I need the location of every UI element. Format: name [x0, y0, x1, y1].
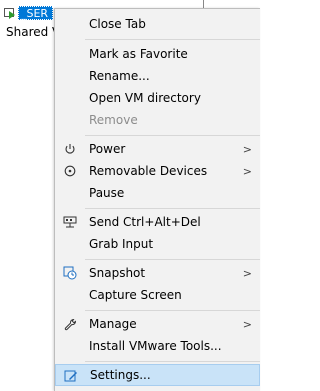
menu-item-grab-input[interactable]: Grab Input: [55, 233, 260, 255]
menu-item-label: Grab Input: [89, 237, 154, 251]
menu-item-label: Close Tab: [89, 17, 146, 31]
menu-item-label: Rename...: [89, 69, 150, 83]
menu-item-manage[interactable]: Manage >: [55, 313, 260, 335]
settings-edit-icon: [63, 368, 79, 384]
menu-item-label: Settings...: [90, 368, 151, 382]
menu-item-power[interactable]: Power >: [55, 138, 260, 160]
library-vm-item[interactable]: _SER: [4, 6, 54, 20]
power-icon: [62, 141, 78, 157]
vm-running-icon: [4, 7, 16, 19]
menu-item-capture-screen[interactable]: Capture Screen: [55, 284, 260, 306]
menu-item-label: Remove: [89, 113, 138, 127]
wrench-icon: [62, 316, 78, 332]
menu-separator: [85, 259, 260, 260]
menu-item-label: Manage: [89, 317, 137, 331]
menu-item-label: Install VMware Tools...: [89, 339, 222, 353]
menu-separator: [85, 208, 260, 209]
menu-item-mark-favorite[interactable]: Mark as Favorite: [55, 43, 260, 65]
menu-item-install-vmware-tools[interactable]: Install VMware Tools...: [55, 335, 260, 357]
keyboard-icon: [62, 214, 78, 230]
menu-item-label: Pause: [89, 186, 125, 200]
menu-separator: [85, 361, 260, 362]
menu-item-pause[interactable]: Pause: [55, 182, 260, 204]
menu-item-send-ctrl-alt-del[interactable]: Send Ctrl+Alt+Del: [55, 211, 260, 233]
menu-item-label: Mark as Favorite: [89, 47, 188, 61]
menu-item-removable-devices[interactable]: Removable Devices >: [55, 160, 260, 182]
menu-item-label: Snapshot: [89, 266, 146, 280]
menu-item-label: Removable Devices: [89, 164, 208, 178]
submenu-arrow-icon: >: [242, 164, 252, 178]
menu-item-label: Power: [89, 142, 126, 156]
menu-separator: [85, 39, 260, 40]
menu-item-label: Send Ctrl+Alt+Del: [89, 215, 201, 229]
context-menu: Close Tab Mark as Favorite Rename... Ope…: [54, 8, 260, 391]
submenu-arrow-icon: >: [242, 266, 252, 280]
menu-item-close-tab[interactable]: Close Tab: [55, 13, 260, 35]
snapshot-clock-icon: [62, 265, 78, 281]
shared-vms-label[interactable]: Shared V: [6, 24, 60, 40]
menu-item-settings[interactable]: Settings...: [55, 364, 260, 386]
submenu-arrow-icon: >: [242, 317, 252, 331]
menu-item-label: Capture Screen: [89, 288, 182, 302]
menu-item-rename[interactable]: Rename...: [55, 65, 260, 87]
menu-separator: [85, 310, 260, 311]
submenu-arrow-icon: >: [242, 142, 252, 156]
menu-item-remove: Remove: [55, 109, 260, 131]
vm-name-label[interactable]: _SER: [18, 6, 54, 20]
menu-item-open-vm-directory[interactable]: Open VM directory: [55, 87, 260, 109]
disc-icon: [62, 163, 78, 179]
menu-item-label: Open VM directory: [89, 91, 201, 105]
menu-item-snapshot[interactable]: Snapshot >: [55, 262, 260, 284]
menu-separator: [85, 135, 260, 136]
